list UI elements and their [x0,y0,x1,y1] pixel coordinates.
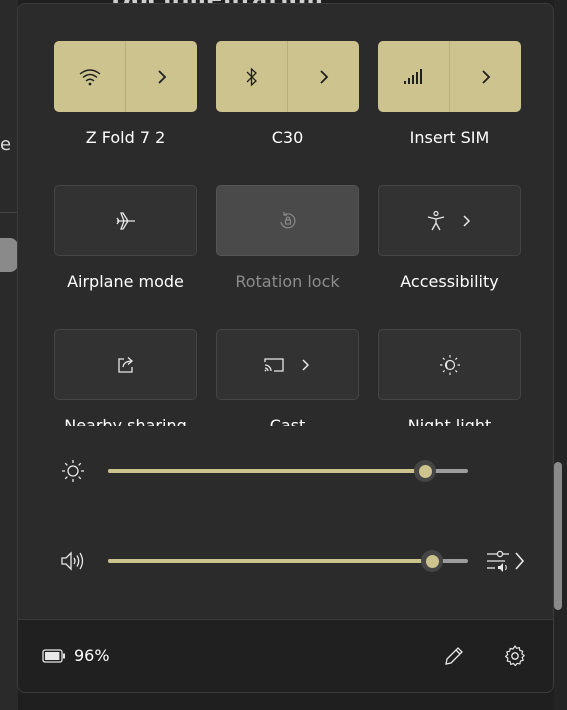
edit-quick-settings-button[interactable] [440,642,468,670]
accessibility-button[interactable] [379,186,520,255]
rotation-lock-toggle [217,186,358,255]
quick-settings-panel: Z Fold 7 2 C30 Insert SIM Airplane mode … [17,3,554,693]
cast-tile[interactable] [216,329,359,400]
brightness-fill [108,469,425,473]
cellular-label: Insert SIM [409,128,490,147]
quick-settings-grid: Z Fold 7 2 C30 Insert SIM Airplane mode … [18,4,553,426]
brightness-slider-row [18,456,553,486]
background-text: e [0,134,12,155]
cellular-tile [378,41,521,112]
battery-icon [42,648,65,663]
accessibility-icon [427,210,444,230]
audio-mixer-icon [487,550,525,572]
background-scrollbar[interactable] [554,462,562,610]
rotation-lock-tile [216,185,359,256]
wifi-label: Z Fold 7 2 [85,128,166,147]
accessibility-tile[interactable] [378,185,521,256]
chevron-right-icon [462,214,470,227]
settings-button[interactable] [501,642,529,670]
background-divider [0,212,18,213]
audio-mixer-button[interactable] [484,546,528,576]
night-light-tile[interactable] [378,329,521,400]
brightness-slider-thumb[interactable] [414,460,436,482]
cellular-icon [403,68,422,84]
chevron-right-icon [157,69,166,84]
bluetooth-icon [246,67,257,86]
wifi-expand-button[interactable] [126,41,197,112]
airplane-mode-label: Airplane mode [67,272,184,291]
quick-settings-footer: 96% [18,619,553,692]
cellular-expand-button[interactable] [450,41,521,112]
cast-label: Cast [269,416,306,426]
rotation-lock-icon [279,211,295,228]
cellular-toggle[interactable] [378,41,449,112]
night-light-label: Night light [407,416,492,426]
chevron-right-icon [301,358,309,371]
wifi-icon [79,68,100,85]
pencil-icon [445,647,463,665]
bluetooth-toggle[interactable] [216,41,287,112]
volume-fill [108,559,432,563]
night-light-toggle[interactable] [379,330,520,399]
airplane-mode-toggle[interactable] [55,186,196,255]
background-button [0,238,18,272]
nearby-sharing-tile[interactable] [54,329,197,400]
nearby-sharing-label: Nearby sharing [64,416,187,426]
night-light-icon [439,354,460,375]
volume-slider-thumb[interactable] [421,550,443,572]
battery-percentage: 96% [74,646,110,665]
brightness-icon [58,456,88,486]
bluetooth-tile [216,41,359,112]
volume-slider-row [18,546,553,576]
bluetooth-expand-button[interactable] [288,41,359,112]
airplane-icon [115,211,135,230]
cast-icon [263,357,284,372]
chevron-right-icon [319,69,328,84]
background-window-left [0,0,18,710]
wifi-tile [54,41,197,112]
gear-icon [505,645,525,667]
airplane-mode-tile[interactable] [54,185,197,256]
bluetooth-label: C30 [271,128,304,147]
battery-status[interactable]: 96% [42,646,110,665]
chevron-right-icon [481,69,490,84]
volume-icon[interactable] [58,546,88,576]
wifi-toggle[interactable] [54,41,125,112]
share-icon [117,356,133,373]
rotation-lock-label: Rotation lock [235,272,340,291]
cast-button[interactable] [217,330,358,399]
accessibility-label: Accessibility [400,272,499,291]
nearby-sharing-toggle[interactable] [55,330,196,399]
